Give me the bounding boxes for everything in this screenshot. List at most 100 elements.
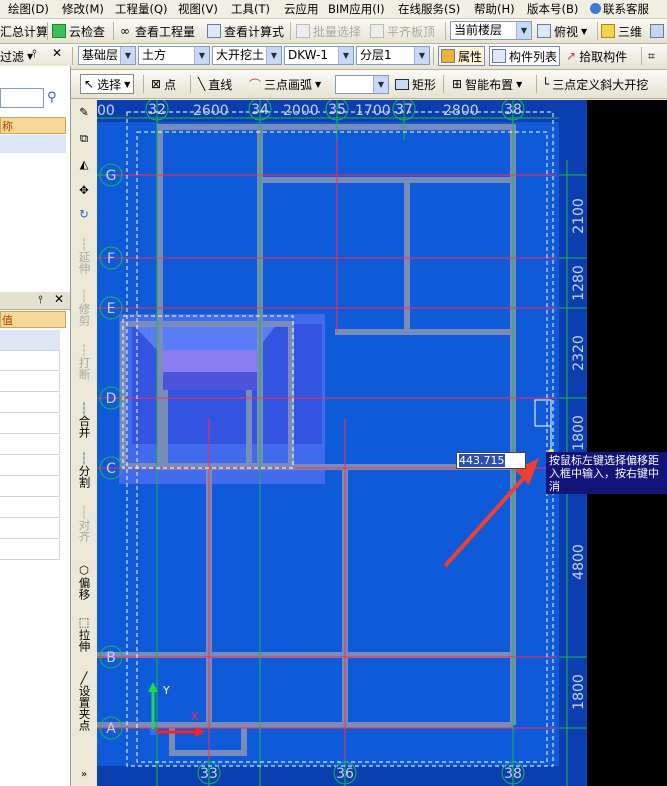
menu-version[interactable]: 版本号(B)	[527, 1, 578, 17]
formula-icon	[207, 24, 221, 38]
axis-bottom-1: 36	[336, 766, 354, 782]
smart-place-button[interactable]: ⊞ 智能布置 ▼	[452, 75, 522, 93]
table-row[interactable]	[0, 330, 60, 351]
menu-bar: 绘图(D) 修改(M) 工程量(Q) 视图(V) 工具(T) 云应用 BIM应用…	[0, 0, 667, 19]
table-row[interactable]	[0, 435, 60, 455]
cloud-check-button[interactable]: 云检查	[52, 22, 105, 40]
floor-select[interactable]: 当前楼层 ▼	[450, 21, 532, 40]
cloud-check-icon	[52, 24, 66, 38]
move-icon[interactable]: ✥	[74, 184, 94, 197]
modify-toolbar: ✎ ⧉ ◭ ✥ ↻ ┆ 延伸 ┆ 修剪 ┆ 打断 ┆ 合并 ┆ 分割 ┆ 对齐 ⬡ 偏移 ⬚ 拉…	[71, 100, 98, 786]
layer-select[interactable]: 基础层 ▼	[78, 46, 136, 65]
component-list-button[interactable]: 构件列表	[489, 46, 561, 66]
grid-icon[interactable]: ⌗	[648, 47, 655, 65]
offset-value-input[interactable]: 443.715	[456, 452, 526, 469]
pin-icon[interactable]: ⫯	[38, 293, 43, 307]
chevron-down-icon: ▼	[581, 26, 588, 36]
table-row[interactable]	[0, 351, 60, 371]
axis-top-0: 32	[148, 102, 166, 118]
rect-tool-button[interactable]: 矩形	[395, 75, 436, 93]
component-select[interactable]: DKW-1 ▼	[284, 46, 354, 65]
sublayer-select[interactable]: 分层1 ▼	[356, 46, 430, 65]
menu-online[interactable]: 在线服务(S)	[398, 1, 460, 17]
axis-top-2: 35	[328, 102, 346, 118]
dim-right-3: 1800	[571, 415, 587, 451]
pick-component-button[interactable]: ↗ 拾取构件	[566, 47, 627, 65]
table-row[interactable]	[0, 519, 60, 539]
point-tool-button[interactable]: ⊠ 点	[151, 75, 176, 93]
table-row[interactable]	[0, 393, 60, 413]
stretch-button[interactable]: ⬚ 拉伸	[74, 616, 94, 655]
chevron-down-icon: ▼	[338, 47, 353, 64]
table-row[interactable]	[0, 456, 60, 476]
category-select[interactable]: 土方 ▼	[138, 46, 210, 65]
dim-right-0: 2100	[571, 198, 587, 234]
chevron-down-icon: ▼	[516, 79, 523, 89]
menu-modify[interactable]: 修改(M)	[62, 1, 104, 17]
close-icon[interactable]: ✕	[54, 292, 64, 306]
search-input[interactable]	[0, 88, 44, 108]
menu-quantity[interactable]: 工程量(Q)	[115, 1, 168, 17]
align-button[interactable]: ┆ 对齐	[74, 506, 94, 545]
properties-icon	[441, 49, 455, 63]
expand-more-icon[interactable]: »	[74, 768, 94, 781]
menu-view[interactable]: 视图(V)	[178, 1, 218, 17]
axis-bottom-2: 38	[504, 766, 522, 782]
summary-calc-button[interactable]: 汇总计算	[0, 22, 48, 40]
table-row[interactable]	[0, 498, 60, 518]
menu-draw[interactable]: 绘图(D)	[8, 1, 49, 17]
table-row[interactable]	[0, 372, 60, 392]
pen-icon[interactable]: ✎	[74, 106, 94, 119]
split-button[interactable]: ┆ 分割	[74, 452, 94, 491]
left-panel: ⚲ 称 ⫯ ✕ 值	[0, 66, 71, 786]
contact-support-link[interactable]: 联系客服	[590, 1, 649, 17]
align-slab-top-button[interactable]: 平齐板顶	[370, 22, 435, 40]
merge-button[interactable]: ┆ 合并	[74, 402, 94, 441]
menu-bim[interactable]: BIM应用(I)	[328, 1, 385, 17]
tooltip: 按鼠标左键选择偏移距 入框中输入，按右键中 消	[546, 452, 667, 494]
list-item[interactable]	[0, 135, 66, 153]
menu-help[interactable]: 帮助(H)	[474, 1, 515, 17]
search-icon[interactable]: ⚲	[47, 90, 57, 105]
chevron-down-icon: ▼	[315, 79, 322, 89]
pin-icon[interactable]: ⫯	[32, 47, 37, 61]
close-icon[interactable]: ✕	[52, 46, 62, 60]
select-tool-button[interactable]: ↖ 选择 ▼	[80, 74, 135, 94]
list-icon	[492, 49, 506, 63]
slope-icon: └	[542, 77, 550, 91]
rotate-icon[interactable]: ↻	[74, 208, 94, 221]
table-row[interactable]	[0, 540, 60, 560]
type-select[interactable]: 大开挖土 ▼	[212, 46, 282, 65]
menu-cloud[interactable]: 云应用	[284, 1, 319, 17]
arc-option-select[interactable]: ▼	[335, 75, 389, 94]
mirror-icon[interactable]: ◭	[74, 158, 94, 171]
arc-tool-button[interactable]: ⌒ 三点画弧 ▼	[249, 75, 321, 93]
top-view-icon	[537, 24, 551, 38]
merge-icon: ┆	[80, 401, 88, 415]
filter-dropdown[interactable]: 过滤 ▼	[0, 47, 33, 65]
line-tool-button[interactable]: ╲ 直线	[198, 75, 232, 93]
view-formula-button[interactable]: 查看计算式	[207, 22, 284, 40]
dim-top-0: 00	[97, 103, 115, 119]
table-row[interactable]	[0, 477, 60, 497]
trim-button[interactable]: ┆ 修剪	[74, 290, 94, 329]
dim-right-5: 1800	[571, 674, 587, 710]
col-header-value[interactable]: 值	[0, 311, 66, 328]
three-d-button[interactable]: 三维	[601, 22, 642, 40]
properties-panel-header: ⫯ ✕	[0, 292, 70, 310]
view-mode-dropdown[interactable]: 俯视 ▼	[537, 22, 587, 40]
view-quantity-button[interactable]: ∞ 查看工程量	[120, 22, 195, 40]
three-point-slope-button[interactable]: └ 三点定义斜大开挖	[542, 75, 648, 93]
menu-tools[interactable]: 工具(T)	[231, 1, 270, 17]
table-row[interactable]	[0, 414, 60, 434]
offset-button[interactable]: ⬡ 偏移	[74, 564, 94, 603]
copy-icon[interactable]: ⧉	[74, 132, 94, 145]
extend-button[interactable]: ┆ 延伸	[74, 238, 94, 277]
col-header-name[interactable]: 称	[0, 117, 66, 134]
properties-button[interactable]: 属性	[438, 46, 486, 66]
batch-select-button[interactable]: 批量选择	[296, 22, 361, 40]
set-grip-button[interactable]: ╱ 设置夹点	[74, 672, 94, 734]
more-icon[interactable]	[650, 22, 664, 40]
break-button[interactable]: ┆ 打断	[74, 344, 94, 383]
drawing-canvas[interactable]: 00 2600 2000 1700 2800 32 34 35 37 38 33…	[97, 100, 667, 786]
